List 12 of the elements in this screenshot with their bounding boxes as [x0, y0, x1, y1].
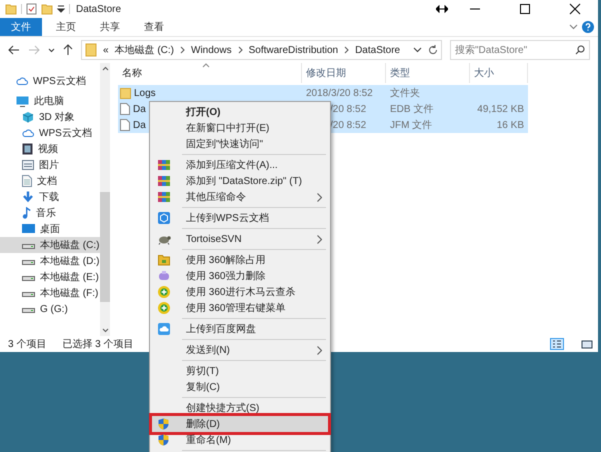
size-cell-text: 16 KB [496, 120, 525, 130]
file-name: Da [133, 104, 146, 114]
file-name: Logs [134, 88, 156, 98]
type-cell-text: EDB 文件 [389, 102, 434, 116]
size-cell-text: 49,152 KB [476, 104, 525, 114]
window-title: DataStore [76, 4, 122, 14]
item-count: 3 个项目 [8, 338, 46, 351]
type-cell-text: JFM 文件 [389, 118, 434, 132]
selection-count: 已选择 3 个项目 [62, 338, 134, 351]
type-cell-text: 文件夹 [389, 86, 421, 100]
date-cell-text: 2018/3/20 8:52 [305, 88, 374, 98]
file-name: Da [133, 120, 146, 130]
